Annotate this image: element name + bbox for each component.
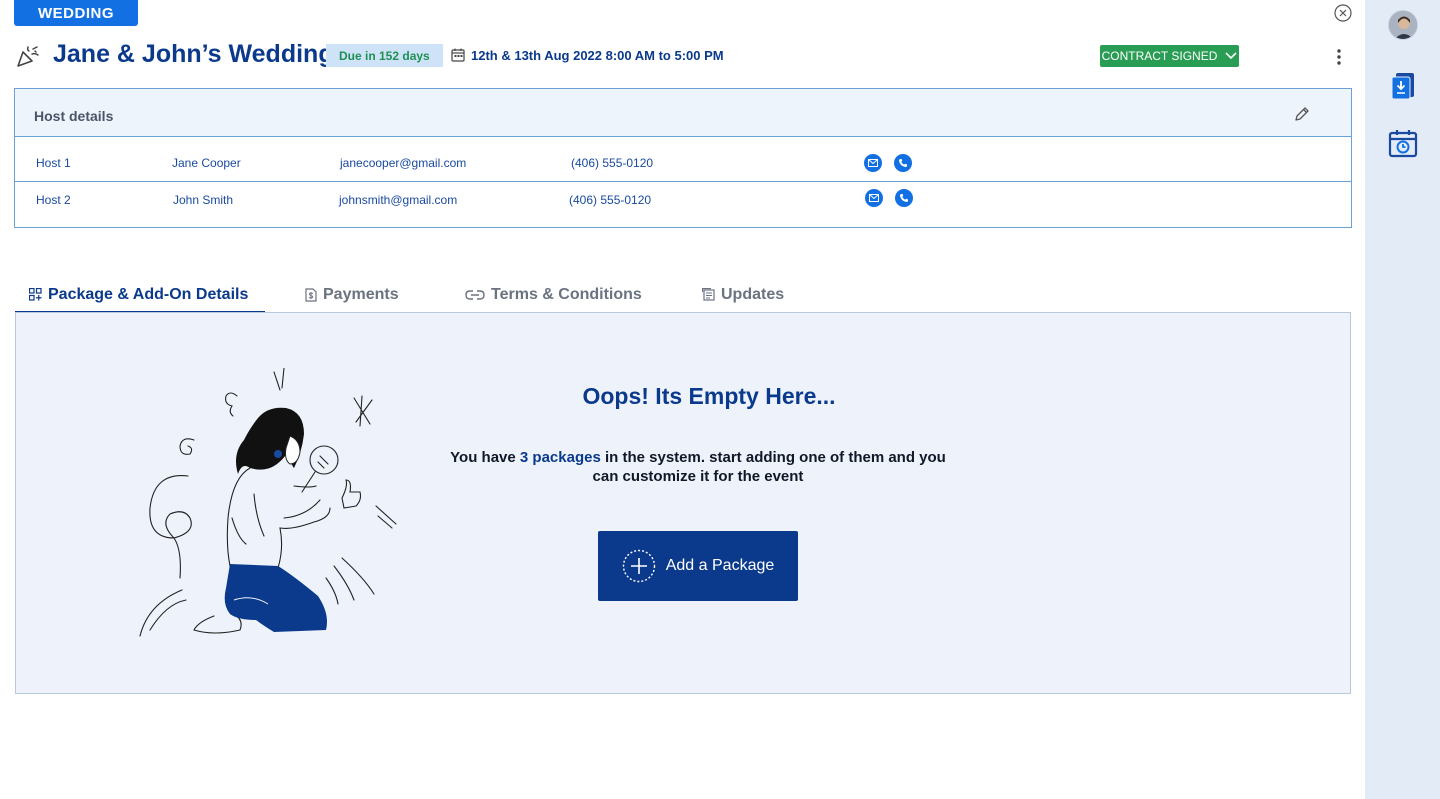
calendar-clock-icon[interactable] bbox=[1387, 127, 1419, 159]
host-row: Host 2 John Smith johnsmith@gmail.com (4… bbox=[15, 182, 1351, 227]
tab-updates[interactable]: Updates bbox=[702, 276, 784, 313]
event-date-time: 12th & 13th Aug 2022 8:00 AM to 5:00 PM bbox=[471, 48, 724, 63]
avatar[interactable] bbox=[1388, 10, 1418, 40]
event-type-tag: WEDDING bbox=[14, 0, 138, 26]
add-circle-icon bbox=[622, 549, 655, 583]
empty-state-panel: Oops! Its Empty Here... You have 3 packa… bbox=[15, 312, 1351, 694]
tab-label: Payments bbox=[323, 285, 399, 303]
contract-status-label: CONTRACT SIGNED bbox=[1101, 49, 1218, 63]
edit-pencil-icon[interactable] bbox=[1293, 105, 1311, 123]
page-title: Jane & John’s Wedding bbox=[53, 40, 334, 68]
host-phone: (406) 555-0120 bbox=[571, 156, 654, 170]
more-options-icon[interactable] bbox=[1331, 47, 1347, 67]
host-email: johnsmith@gmail.com bbox=[339, 193, 458, 207]
tab-package-addon-details[interactable]: Package & Add-On Details bbox=[14, 276, 266, 313]
tab-payments[interactable]: Payments bbox=[305, 276, 399, 313]
updates-icon bbox=[702, 288, 715, 301]
email-icon[interactable] bbox=[864, 154, 882, 172]
message-text-after: in the system. start adding one of them … bbox=[592, 449, 946, 485]
close-icon[interactable] bbox=[1334, 4, 1352, 22]
phone-icon[interactable] bbox=[895, 189, 913, 207]
event-details-page: WEDDING Jane & John’s Wedding Due in 152… bbox=[0, 0, 1440, 799]
due-badge: Due in 152 days bbox=[326, 44, 443, 67]
tab-terms-conditions[interactable]: Terms & Conditions bbox=[465, 276, 642, 313]
packages-count-highlight: 3 packages bbox=[519, 449, 601, 466]
empty-state-heading: Oops! Its Empty Here... bbox=[582, 383, 836, 409]
download-document-icon[interactable] bbox=[1387, 70, 1419, 102]
host-details-title: Host details bbox=[34, 108, 114, 124]
empty-state-message: You have 3 packages in the system. start… bbox=[446, 448, 950, 486]
host-details-card: Host details Host 1 Jane Cooper janecoop… bbox=[14, 88, 1352, 228]
contract-status-dropdown[interactable]: CONTRACT SIGNED bbox=[1100, 45, 1239, 67]
tab-label: Updates bbox=[721, 285, 785, 303]
tab-label: Package & Add-On Details bbox=[48, 285, 249, 303]
chevron-down-icon bbox=[1225, 52, 1237, 60]
host-email: janecooper@gmail.com bbox=[340, 156, 467, 170]
calendar-icon bbox=[451, 48, 465, 62]
host-row: Host 1 Jane Cooper janecooper@gmail.com … bbox=[15, 137, 1351, 182]
phone-icon[interactable] bbox=[894, 154, 912, 172]
party-popper-icon bbox=[16, 44, 40, 68]
email-icon[interactable] bbox=[865, 189, 883, 207]
host-label: Host 2 bbox=[36, 193, 71, 207]
package-icon bbox=[29, 288, 42, 301]
tab-bar: Package & Add-On Details Payments Terms … bbox=[14, 276, 1351, 313]
tab-label: Terms & Conditions bbox=[491, 285, 642, 303]
message-text-before: You have bbox=[450, 449, 520, 466]
link-icon bbox=[465, 289, 485, 300]
host-name: Jane Cooper bbox=[172, 156, 241, 170]
host-details-header: Host details bbox=[15, 89, 1351, 137]
payments-icon bbox=[305, 287, 317, 302]
host-name: John Smith bbox=[173, 193, 234, 207]
add-package-button[interactable]: Add a Package bbox=[598, 531, 798, 601]
host-label: Host 1 bbox=[36, 156, 71, 170]
add-package-label: Add a Package bbox=[665, 557, 775, 574]
host-phone: (406) 555-0120 bbox=[569, 193, 652, 207]
